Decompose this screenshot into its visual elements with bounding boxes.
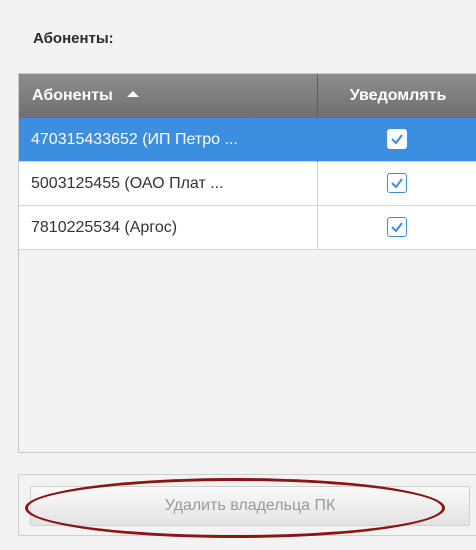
column-header-notify[interactable]: Уведомлять	[319, 74, 476, 118]
subscriber-name: 5003125455 (ОАО Плат ...	[19, 162, 318, 206]
subscriber-name: 470315433652 (ИП Петро ...	[19, 118, 318, 162]
section-title: Абоненты:	[33, 30, 114, 47]
table-header: Абоненты Уведомлять	[19, 74, 476, 118]
notify-checkbox[interactable]	[387, 173, 407, 193]
notify-checkbox[interactable]	[387, 129, 407, 149]
notify-checkbox[interactable]	[387, 217, 407, 237]
subscribers-table: Абоненты Уведомлять 470315433652 (ИП Пет…	[18, 73, 476, 453]
sort-ascending-icon	[126, 90, 139, 97]
subscriber-name: 7810225534 (Аргос)	[19, 206, 318, 250]
column-header-subscribers[interactable]: Абоненты	[19, 74, 318, 118]
check-icon	[391, 134, 403, 145]
table-row[interactable]: 7810225534 (Аргос)	[19, 206, 476, 250]
check-icon	[391, 222, 403, 233]
check-icon	[391, 178, 403, 189]
table-row[interactable]: 470315433652 (ИП Петро ...	[19, 118, 476, 162]
column-header-label: Абоненты	[32, 87, 113, 104]
action-bar: Удалить владельца ПК	[18, 474, 476, 536]
delete-owner-button[interactable]: Удалить владельца ПК	[30, 486, 470, 526]
table-row[interactable]: 5003125455 (ОАО Плат ...	[19, 162, 476, 206]
